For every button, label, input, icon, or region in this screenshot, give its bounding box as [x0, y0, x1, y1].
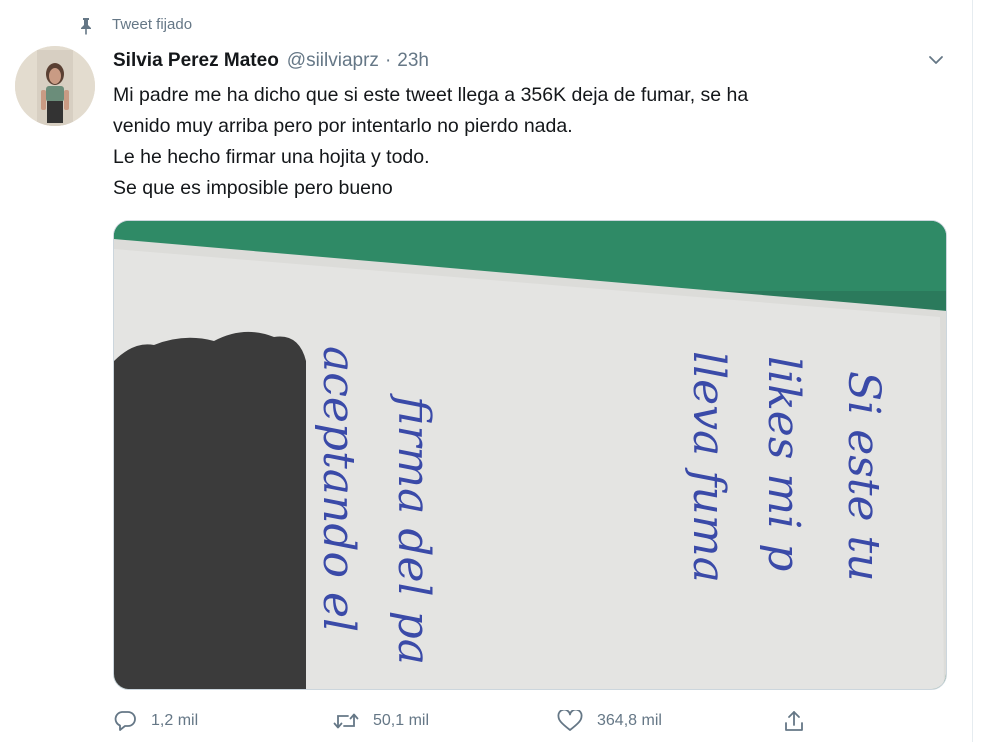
separator-dot: ·: [384, 50, 392, 71]
handwritten-line: aceptando el: [313, 346, 364, 632]
avatar[interactable]: [15, 46, 95, 126]
handwritten-line: firma del pa: [388, 393, 439, 665]
reply-icon: [114, 711, 136, 731]
like-button[interactable]: 364,8 mil: [557, 706, 662, 736]
reply-count: 1,2 mil: [151, 712, 199, 729]
handwritten-line: Si este tu: [838, 371, 889, 582]
retweet-icon: [333, 713, 359, 729]
handwritten-line: lleva fuma: [683, 351, 734, 583]
tweet-media[interactable]: Si este tu likes mi p lleva fuma firma d…: [113, 220, 947, 690]
reply-button[interactable]: 1,2 mil: [113, 706, 198, 736]
timeline-border: [972, 0, 973, 742]
pinned-label: Tweet fijado: [112, 16, 193, 33]
tweet-line: Le he hecho firmar una hojita y todo.: [113, 146, 430, 168]
share-icon: [785, 711, 803, 731]
tweet-actions: 1,2 mil 50,1 mil 364,8 mil: [113, 706, 833, 736]
retweet-count: 50,1 mil: [373, 712, 430, 729]
avatar-image: [15, 46, 95, 126]
tweet-header: Silvia Perez Mateo @siilviaprz · 23h: [113, 50, 429, 74]
heart-icon: [557, 710, 583, 731]
media-photo: Si este tu likes mi p lleva fuma firma d…: [114, 221, 946, 689]
tweet-line: Mi padre me ha dicho que si este tweet l…: [113, 84, 749, 106]
author-name[interactable]: Silvia Perez Mateo: [113, 50, 279, 72]
share-button[interactable]: [783, 706, 819, 736]
handwritten-line: likes mi p: [758, 356, 809, 571]
tweet-text: Mi padre me ha dicho que si este tweet l…: [113, 80, 963, 204]
tweet-time[interactable]: 23h: [397, 50, 429, 72]
author-handle[interactable]: @siilviaprz: [287, 50, 379, 72]
tweet-line: Se que es imposible pero bueno: [113, 177, 393, 199]
like-count: 364,8 mil: [597, 712, 662, 729]
retweet-button[interactable]: 50,1 mil: [333, 706, 429, 736]
tweet-line: venido muy arriba pero por intentarlo no…: [113, 115, 573, 137]
chevron-down-icon[interactable]: [926, 52, 946, 68]
pin-icon: [81, 18, 91, 35]
